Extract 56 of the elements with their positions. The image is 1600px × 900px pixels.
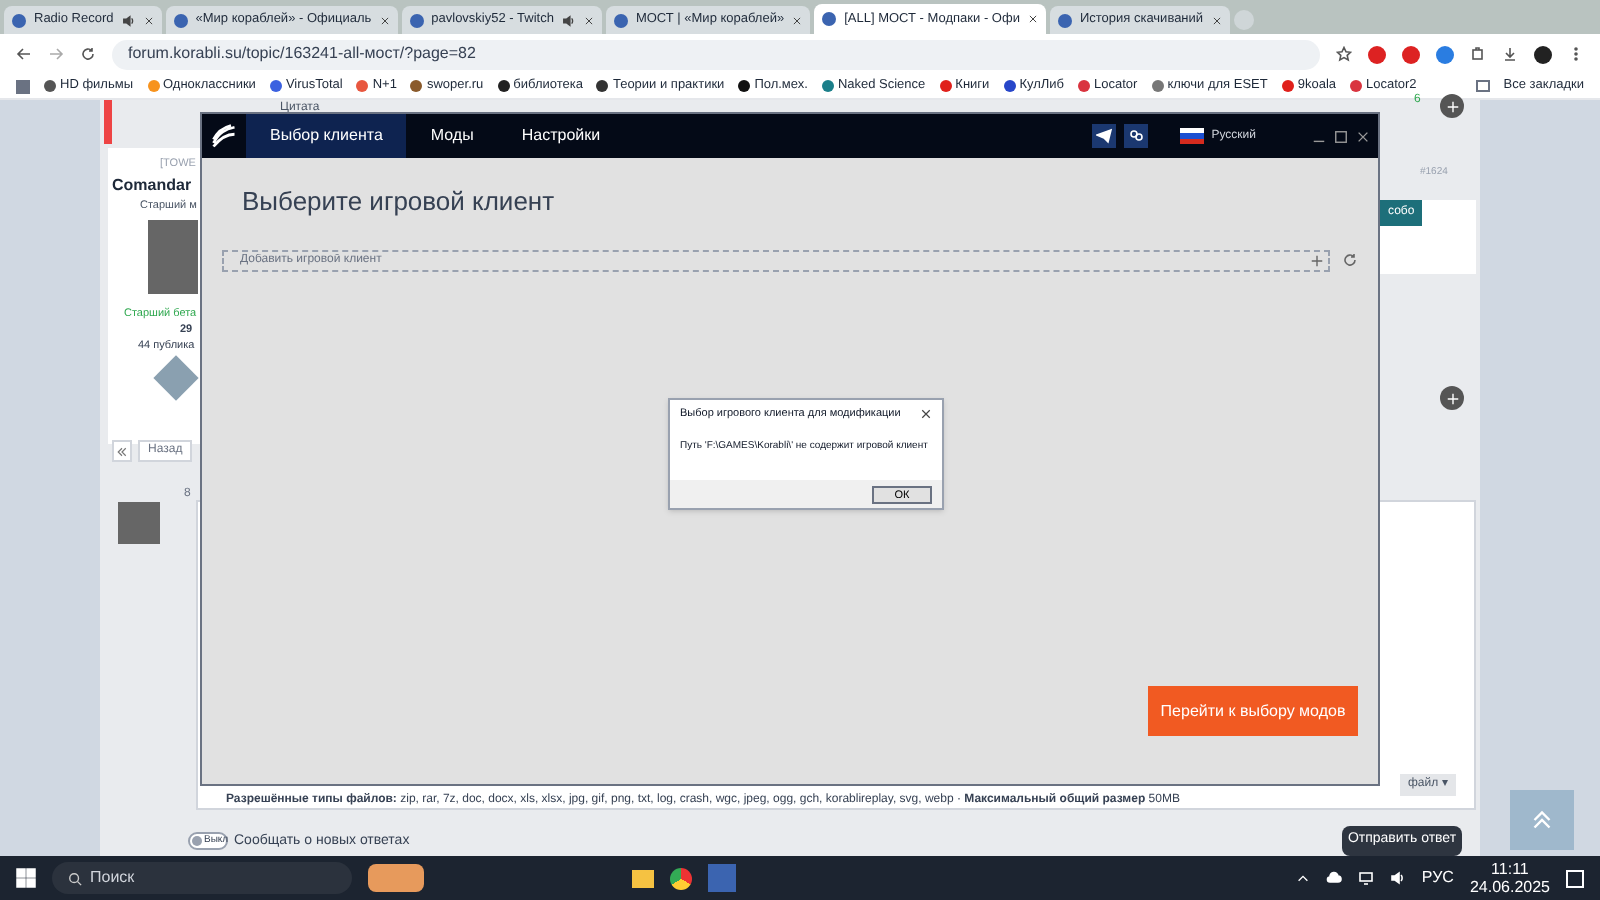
- favicon-icon: [1057, 13, 1072, 27]
- add-client-icon[interactable]: [1310, 253, 1324, 267]
- close-icon[interactable]: [583, 15, 594, 25]
- profile-avatar[interactable]: [1534, 45, 1552, 63]
- app-logo-icon: [210, 122, 238, 150]
- notification-icon[interactable]: [1566, 869, 1584, 887]
- paper-plane-icon: [1095, 128, 1112, 144]
- close-icon[interactable]: [379, 15, 390, 25]
- address-bar[interactable]: forum.korabli.su/topic/163241-all-мост/?page=82: [112, 39, 1320, 69]
- refresh-icon[interactable]: [1342, 252, 1358, 268]
- cloud-icon[interactable]: [1325, 870, 1342, 886]
- favicon-icon: [822, 12, 837, 26]
- favicon-icon: [409, 13, 424, 27]
- author-name[interactable]: Comandar: [112, 174, 192, 198]
- close-icon[interactable]: [143, 15, 154, 25]
- star-icon[interactable]: [1336, 46, 1352, 62]
- favicon-icon: [12, 13, 26, 27]
- app-tab[interactable]: Моды: [406, 114, 498, 158]
- favicon-icon: [613, 13, 628, 27]
- double-chevron-up-icon: [1530, 808, 1554, 832]
- folder-icon: [1475, 80, 1490, 92]
- community-button[interactable]: [1123, 124, 1148, 148]
- flag-icon: [1179, 128, 1204, 144]
- search-icon: [68, 871, 82, 885]
- language-indicator[interactable]: РУС: [1421, 866, 1454, 890]
- close-icon[interactable]: [1211, 15, 1222, 25]
- close-icon[interactable]: [1027, 14, 1038, 24]
- maximize-icon[interactable]: [1334, 129, 1348, 143]
- back-arrow-icon[interactable]: [16, 46, 32, 62]
- close-icon[interactable]: [792, 15, 803, 25]
- plus-icon: [1445, 99, 1459, 113]
- menu-icon[interactable]: [1568, 46, 1584, 62]
- speaker-icon[interactable]: [1389, 870, 1406, 886]
- app-tab[interactable]: Настройки: [497, 114, 625, 158]
- clock-time: 11:11: [1491, 860, 1529, 878]
- windows-start-icon[interactable]: [16, 868, 36, 888]
- speaker-icon[interactable]: [121, 13, 136, 27]
- speaker-icon[interactable]: [561, 13, 576, 27]
- telegram-button[interactable]: [1091, 124, 1116, 148]
- reload-icon[interactable]: [80, 46, 96, 62]
- browser-icon[interactable]: [669, 867, 692, 889]
- clock-date: 24.06.2025: [1469, 878, 1550, 896]
- close-icon[interactable]: [1356, 129, 1370, 143]
- app-tab[interactable]: Выбор клиента: [246, 114, 407, 158]
- download-icon[interactable]: [1502, 46, 1518, 62]
- close-icon[interactable]: [920, 408, 932, 421]
- chevron-up-icon[interactable]: [1295, 871, 1310, 885]
- favicon-icon: [173, 13, 188, 27]
- previous-button[interactable]: [112, 440, 132, 462]
- taskbar-search-field[interactable]: Поиск: [52, 862, 352, 894]
- plus-icon: [1445, 391, 1459, 405]
- folder-icon[interactable]: [631, 869, 654, 887]
- monitor-icon[interactable]: [1357, 870, 1374, 886]
- double-chevron-icon: [116, 445, 128, 457]
- people-icon: [1127, 128, 1144, 144]
- page-heading: Выберите игровой клиент: [240, 184, 557, 220]
